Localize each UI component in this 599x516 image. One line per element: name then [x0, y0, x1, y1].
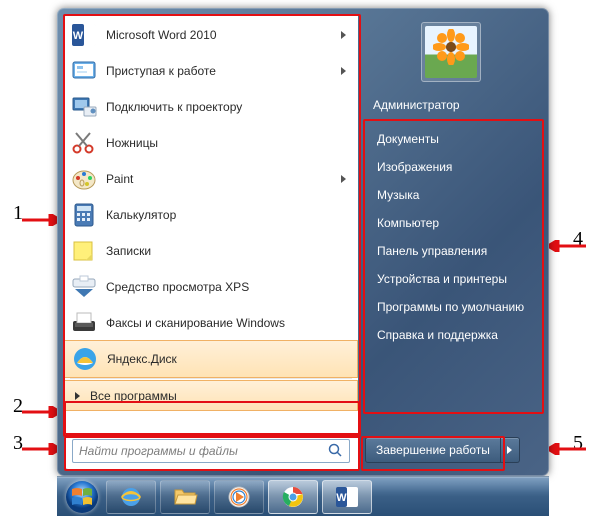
xps-viewer-icon [70, 273, 98, 301]
shutdown-label: Завершение работы [376, 443, 490, 457]
start-menu-right-pane: Администратор Документы Изображения Музы… [359, 14, 543, 470]
program-item-snipping[interactable]: Ножницы [64, 125, 358, 161]
word-icon: W [70, 21, 98, 49]
yandex-disk-icon [71, 345, 99, 373]
right-item-devices[interactable]: Устройства и принтеры [363, 266, 539, 292]
start-button[interactable] [61, 479, 103, 515]
svg-text:W: W [336, 492, 347, 504]
program-item-getting-started[interactable]: Приступая к работе [64, 53, 358, 89]
all-programs-item[interactable]: Все программы [64, 380, 358, 411]
program-item-faxscan[interactable]: Факсы и сканирование Windows [64, 305, 358, 341]
chevron-right-icon [507, 446, 512, 454]
all-programs-label: Все программы [90, 389, 349, 403]
arrow-5-icon [548, 443, 586, 455]
shutdown-options-button[interactable] [501, 437, 520, 463]
paint-icon [70, 165, 98, 193]
search-placeholder: Найти программы и файлы [79, 444, 327, 458]
user-picture-frame[interactable] [421, 22, 481, 82]
chrome-icon [280, 484, 306, 510]
program-label: Яндекс.Диск [107, 352, 349, 366]
right-item-cpanel[interactable]: Панель управления [363, 238, 539, 264]
program-item-calculator[interactable]: Калькулятор [64, 197, 358, 233]
chevron-right-icon [341, 67, 346, 75]
taskbar-item-wmp[interactable] [214, 480, 264, 514]
taskbar-item-ie[interactable] [106, 480, 156, 514]
program-label: Калькулятор [106, 208, 350, 222]
svg-text:W: W [73, 30, 84, 42]
arrow-3-icon [22, 443, 60, 455]
shutdown-button[interactable]: Завершение работы [365, 437, 501, 463]
right-item-help[interactable]: Справка и поддержка [363, 322, 539, 348]
program-label: Приступая к работе [106, 64, 341, 78]
user-picture [425, 26, 477, 78]
program-item-projector[interactable]: Подключить к проектору [64, 89, 358, 125]
flower-icon [433, 29, 469, 65]
chevron-right-icon [75, 392, 80, 400]
program-item-xps[interactable]: Средство просмотра XPS [64, 269, 358, 305]
program-item-sticky[interactable]: Записки [64, 233, 358, 269]
separator [70, 378, 352, 379]
program-item-word[interactable]: W Microsoft Word 2010 [64, 17, 358, 53]
word-icon: W [334, 484, 360, 510]
right-item-defaults[interactable]: Программы по умолчанию [363, 294, 539, 320]
arrow-2-icon [22, 406, 60, 418]
start-menu: W Microsoft Word 2010 Приступая к работе [57, 8, 549, 476]
start-menu-left-pane: W Microsoft Word 2010 Приступая к работе [63, 14, 359, 470]
folder-icon [172, 484, 198, 510]
program-item-paint[interactable]: Paint [64, 161, 358, 197]
taskbar-item-word[interactable]: W [322, 480, 372, 514]
taskbar-item-chrome[interactable] [268, 480, 318, 514]
search-icon [327, 442, 343, 461]
program-label: Microsoft Word 2010 [106, 28, 341, 42]
right-item-computer[interactable]: Компьютер [363, 210, 539, 236]
calculator-icon [70, 201, 98, 229]
taskbar: W [57, 476, 549, 516]
arrow-1-icon [22, 214, 60, 226]
program-item-yadisk[interactable]: Яндекс.Диск [64, 340, 358, 378]
program-label: Ножницы [106, 136, 350, 150]
getting-started-icon [70, 57, 98, 85]
fax-scan-icon [70, 309, 98, 337]
user-name-label[interactable]: Администратор [359, 90, 543, 124]
right-item-pictures[interactable]: Изображения [363, 154, 539, 180]
program-list: W Microsoft Word 2010 Приступая к работе [64, 15, 358, 411]
taskbar-item-explorer[interactable] [160, 480, 210, 514]
chevron-right-icon [341, 175, 346, 183]
projector-icon [70, 93, 98, 121]
program-label: Факсы и сканирование Windows [106, 316, 350, 330]
shutdown-group: Завершение работы [365, 437, 520, 463]
program-label: Paint [106, 172, 341, 186]
program-label: Подключить к проектору [106, 100, 350, 114]
wmp-icon [226, 484, 252, 510]
program-label: Средство просмотра XPS [106, 280, 350, 294]
right-item-documents[interactable]: Документы [363, 126, 539, 152]
search-input[interactable]: Найти программы и файлы [72, 439, 350, 463]
scissors-icon [70, 129, 98, 157]
right-item-music[interactable]: Музыка [363, 182, 539, 208]
sticky-notes-icon [70, 237, 98, 265]
arrow-4-icon [548, 240, 586, 252]
program-label: Записки [106, 244, 350, 258]
ie-icon [118, 484, 144, 510]
windows-logo-icon [65, 480, 99, 514]
chevron-right-icon [341, 31, 346, 39]
